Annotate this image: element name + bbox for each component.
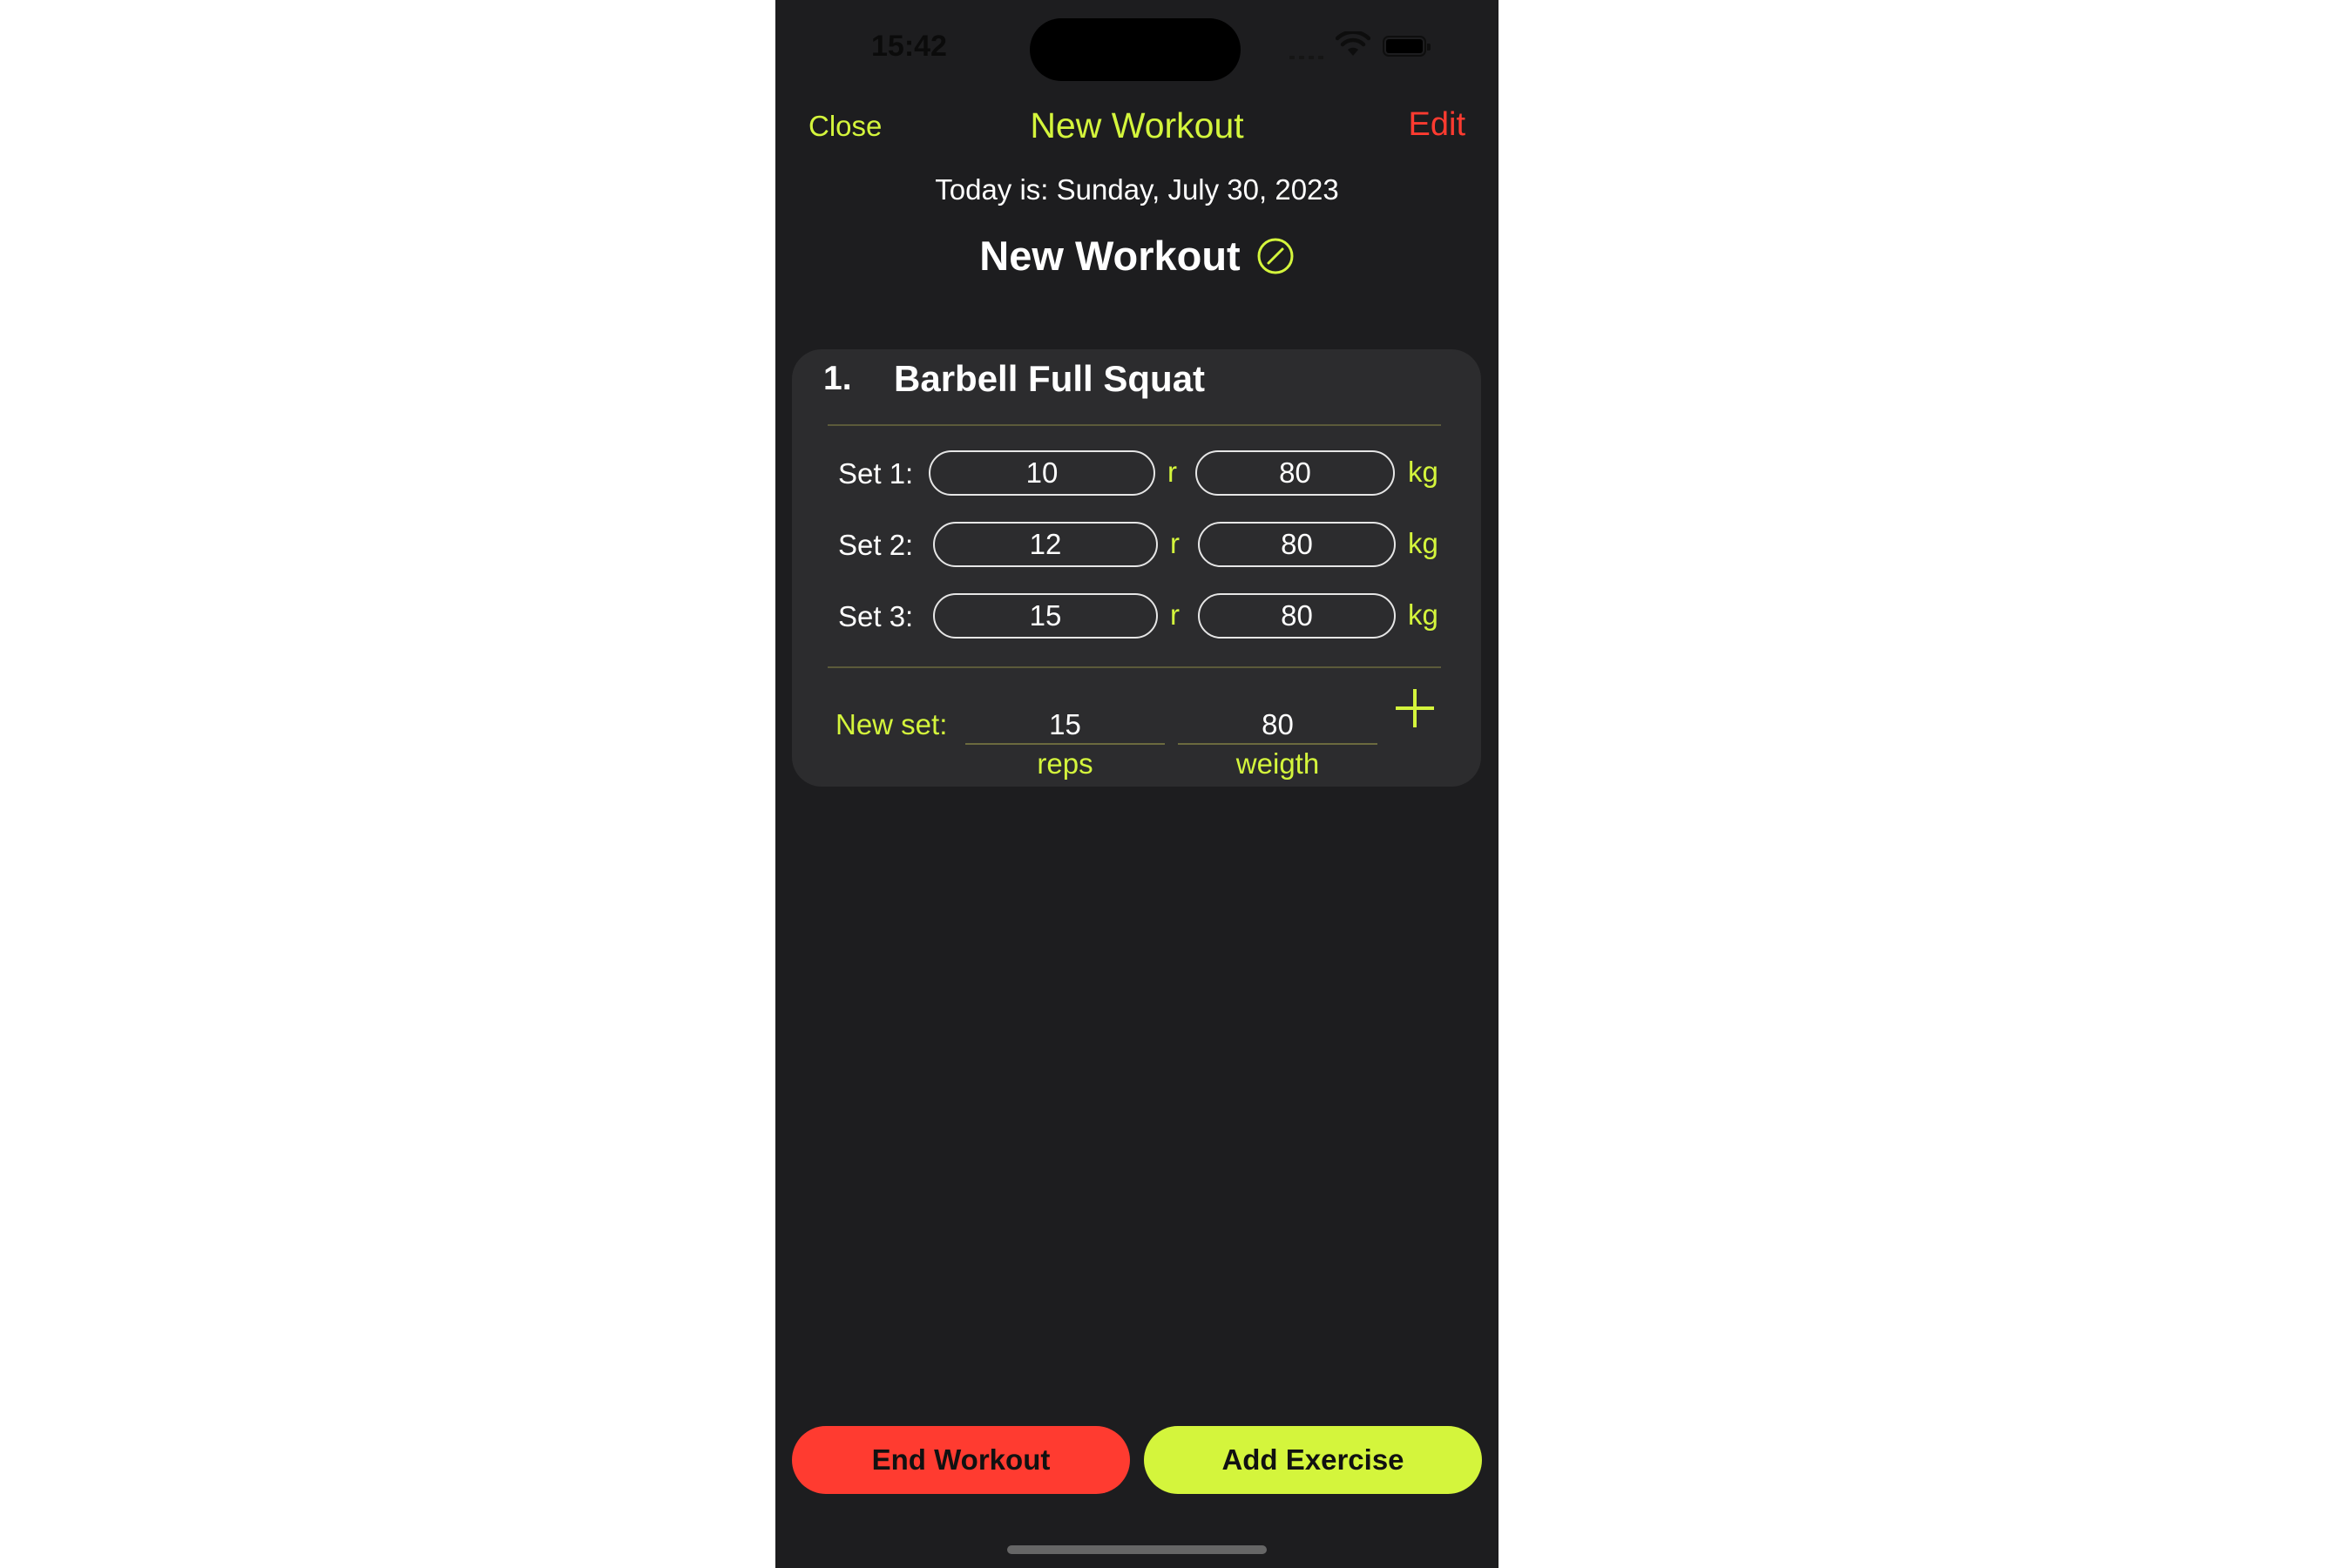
card-divider <box>828 424 1441 426</box>
reps-unit: r <box>1170 527 1180 559</box>
weight-unit: kg <box>1408 456 1438 488</box>
reps-unit: r <box>1167 456 1177 488</box>
workout-title-row: New Workout <box>775 232 1498 280</box>
set-row: Set 3: 15 r 80 kg <box>775 593 1498 640</box>
new-set-reps-input[interactable]: 15 <box>965 708 1165 745</box>
add-set-plus-icon[interactable] <box>1396 689 1434 727</box>
weight-input[interactable]: 80 <box>1195 450 1395 496</box>
phone-screen: 15:42 Close New Workout Edit Today is: S… <box>775 0 1498 1568</box>
battery-icon <box>1383 36 1431 57</box>
weight-input[interactable]: 80 <box>1198 522 1396 567</box>
weight-unit: kg <box>1408 527 1438 559</box>
reps-input[interactable]: 12 <box>933 522 1158 567</box>
workout-name: New Workout <box>979 233 1241 279</box>
reps-unit: r <box>1170 598 1180 631</box>
home-indicator <box>1007 1545 1267 1554</box>
today-date: Today is: Sunday, July 30, 2023 <box>935 173 1339 206</box>
set-label: Set 1: <box>838 457 914 490</box>
end-workout-button[interactable]: End Workout <box>792 1426 1130 1494</box>
dynamic-island <box>1030 18 1241 81</box>
reps-caption: reps <box>1037 747 1093 780</box>
card-divider <box>828 666 1441 668</box>
cellular-signal-icon <box>1289 42 1328 59</box>
new-set-label: New set: <box>836 708 948 740</box>
reps-input[interactable]: 15 <box>933 593 1158 639</box>
exercise-name: Barbell Full Squat <box>894 358 1206 399</box>
status-time: 15:42 <box>871 30 947 63</box>
set-label: Set 2: <box>838 529 914 561</box>
edit-button[interactable]: Edit <box>1409 106 1465 144</box>
weight-unit: kg <box>1408 598 1438 631</box>
add-exercise-button[interactable]: Add Exercise <box>1144 1426 1482 1494</box>
set-label: Set 3: <box>838 600 914 632</box>
pencil-circle-icon[interactable] <box>1256 237 1295 275</box>
weight-caption: weigth <box>1235 747 1320 780</box>
nav-title: New Workout <box>1030 105 1244 145</box>
wifi-icon <box>1336 31 1370 56</box>
reps-input[interactable]: 10 <box>929 450 1155 496</box>
exercise-number: 1. <box>823 360 852 397</box>
set-row: Set 1: 10 r 80 kg <box>775 450 1498 497</box>
new-set-weight-input[interactable]: 80 <box>1178 708 1377 745</box>
weight-input[interactable]: 80 <box>1198 593 1396 639</box>
set-row: Set 2: 12 r 80 kg <box>775 522 1498 569</box>
